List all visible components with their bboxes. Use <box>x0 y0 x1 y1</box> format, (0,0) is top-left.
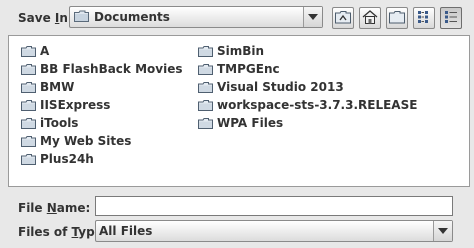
file-list-item-label: IISExpress <box>40 98 111 112</box>
new-folder-icon <box>389 10 405 27</box>
file-list-item-label: TMPGEnc <box>217 62 280 76</box>
file-list-column-left: A BB FlashBack Movies BMW IISExpress iTools M… <box>21 42 182 168</box>
files-of-type-dropdown[interactable]: All Files <box>95 220 453 242</box>
details-view-button[interactable] <box>440 7 462 29</box>
new-folder-button[interactable] <box>386 7 408 29</box>
folder-icon <box>21 117 36 129</box>
file-list-column-right: SimBin TMPGEnc Visual Studio 2013 workspace… <box>198 42 417 132</box>
save-in-dropdown[interactable]: Documents <box>69 6 323 28</box>
file-list-item[interactable]: My Web Sites <box>21 132 182 150</box>
file-list-item[interactable]: WPA Files <box>198 114 417 132</box>
chevron-down-icon[interactable] <box>303 7 322 27</box>
save-in-label: Save In: <box>18 11 73 25</box>
folder-icon <box>21 45 36 57</box>
file-list-item[interactable]: A <box>21 42 182 60</box>
file-list-item-label: BMW <box>40 80 75 94</box>
chevron-down-icon[interactable] <box>433 221 452 241</box>
file-list-item-label: Plus24h <box>40 152 94 166</box>
folder-icon <box>198 63 213 75</box>
file-list-item[interactable]: SimBin <box>198 42 417 60</box>
file-list-item-label: BB FlashBack Movies <box>40 62 183 76</box>
file-list-item-label: SimBin <box>217 44 265 58</box>
folder-icon <box>21 135 36 147</box>
details-view-icon <box>444 10 458 27</box>
file-list-item-label: Visual Studio 2013 <box>217 80 344 94</box>
file-list-item[interactable]: Plus24h <box>21 150 182 168</box>
list-view-icon <box>417 10 431 27</box>
folder-icon <box>198 81 213 93</box>
file-list-item-label: iTools <box>40 116 79 130</box>
files-of-type-value: All Files <box>99 224 153 238</box>
save-in-value: Documents <box>94 10 170 24</box>
up-one-level-icon <box>335 10 351 27</box>
file-list-item[interactable]: iTools <box>21 114 182 132</box>
file-list-item-label: A <box>40 44 50 58</box>
file-list-item-label: workspace-sts-3.7.3.RELEASE <box>217 98 418 112</box>
folder-icon <box>74 10 89 25</box>
folder-icon <box>198 99 213 111</box>
file-list-item[interactable]: BB FlashBack Movies <box>21 60 182 78</box>
folder-icon <box>198 45 213 57</box>
up-one-level-button[interactable] <box>332 7 354 29</box>
file-list-item[interactable]: Visual Studio 2013 <box>198 78 417 96</box>
folder-icon <box>198 117 213 129</box>
file-name-label: File Name: <box>18 201 91 215</box>
file-list-item-label: WPA Files <box>217 116 284 130</box>
home-button[interactable] <box>359 7 381 29</box>
folder-icon <box>21 81 36 93</box>
file-list-item[interactable]: workspace-sts-3.7.3.RELEASE <box>198 96 417 114</box>
file-list-item-label: My Web Sites <box>40 134 132 148</box>
file-list-item[interactable]: TMPGEnc <box>198 60 417 78</box>
home-icon <box>362 9 378 27</box>
folder-icon <box>21 99 36 111</box>
folder-icon <box>21 153 36 165</box>
list-view-button[interactable] <box>413 7 435 29</box>
file-list[interactable]: A BB FlashBack Movies BMW IISExpress iTools M… <box>8 35 470 187</box>
file-list-item[interactable]: BMW <box>21 78 182 96</box>
file-name-input[interactable] <box>95 196 453 216</box>
file-list-item[interactable]: IISExpress <box>21 96 182 114</box>
folder-icon <box>21 63 36 75</box>
